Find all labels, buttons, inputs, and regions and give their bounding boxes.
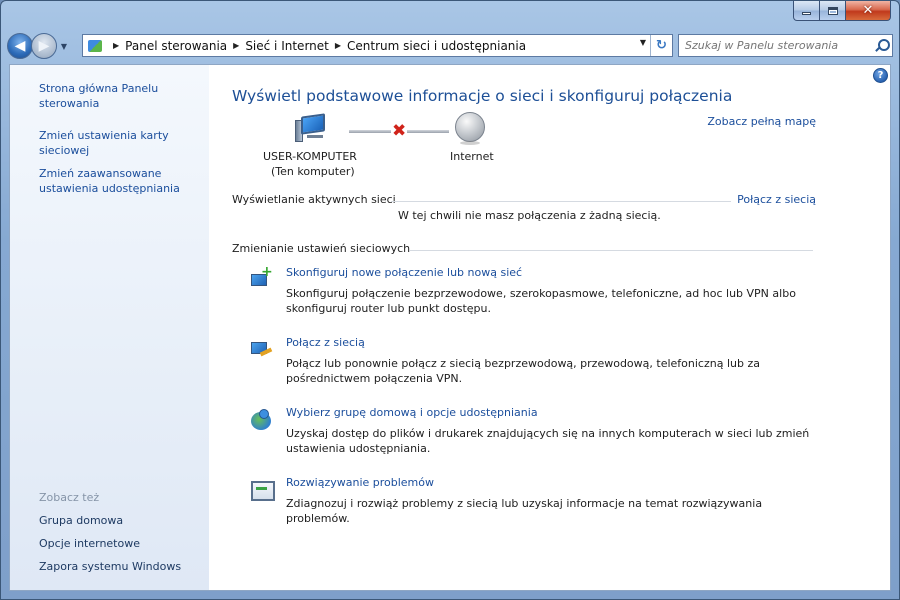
change-settings-title: Zmienianie ustawień sieciowych	[232, 242, 411, 255]
computer-monitor-shape	[301, 113, 325, 135]
maximize-icon	[827, 6, 838, 15]
sidebar: Strona główna Panelu sterowania Zmień us…	[10, 65, 209, 590]
computer-name-label: USER-KOMPUTER	[263, 150, 357, 163]
connect-to-network-link[interactable]: Połącz z siecią	[737, 193, 816, 206]
maximize-button[interactable]	[820, 1, 846, 21]
close-button[interactable]: ✕	[846, 1, 891, 21]
section-divider	[391, 201, 731, 202]
chevron-right-icon[interactable]: ▶	[233, 41, 239, 50]
task-desc-troubleshoot: Zdiagnozuj i rozwiąż problemy z siecią l…	[286, 497, 763, 525]
sidebar-link-advanced-sharing[interactable]: Zmień zaawansowane ustawienia udostępnia…	[39, 166, 199, 196]
connect-network-icon	[249, 338, 275, 362]
search-icon[interactable]	[875, 39, 890, 52]
forward-arrow-icon: ▶	[38, 38, 50, 54]
help-icon[interactable]: ?	[873, 68, 888, 83]
task-link-homegroup[interactable]: Wybierz grupę domową i opcje udostępnian…	[286, 406, 538, 419]
connection-line	[407, 130, 449, 133]
internet-globe-icon	[455, 112, 485, 145]
minimize-button[interactable]	[793, 1, 820, 21]
task-desc-connect-network: Połącz lub ponownie połącz z siecią bezp…	[286, 357, 760, 385]
close-icon: ✕	[862, 3, 874, 18]
task-link-new-connection[interactable]: Skonfiguruj nowe połączenie lub nową sie…	[286, 266, 522, 279]
task-link-connect-network[interactable]: Połącz z siecią	[286, 336, 365, 349]
recent-pages-dropdown[interactable]: ▼	[58, 42, 70, 51]
search-input[interactable]	[685, 39, 865, 52]
sidebar-link-homegroup[interactable]: Grupa domowa	[39, 513, 199, 528]
see-also-title: Zobacz też	[39, 491, 100, 504]
chevron-right-icon[interactable]: ▶	[335, 41, 341, 50]
task-desc-homegroup: Uzyskaj dostęp do plików i drukarek znaj…	[286, 427, 810, 455]
caption-buttons: ✕	[793, 1, 891, 21]
minimize-icon	[802, 12, 811, 15]
navigation-bar: ◀ ▶ ▼ ▶ Panel sterowania ▶ Sieć i Intern…	[7, 31, 893, 61]
main-panel: ? Wyświetl podstawowe informacje o sieci…	[209, 65, 890, 590]
active-networks-title: Wyświetlanie aktywnych sieci	[232, 193, 396, 206]
troubleshoot-icon	[249, 478, 275, 502]
breadcrumb-control-panel[interactable]: Panel sterowania	[125, 39, 227, 53]
connection-line	[349, 130, 391, 133]
disconnected-x-icon: ✖	[392, 121, 407, 141]
task-link-troubleshoot[interactable]: Rozwiązywanie problemów	[286, 476, 434, 489]
sidebar-link-adapter-settings[interactable]: Zmień ustawienia karty sieciowej	[39, 128, 199, 158]
control-panel-icon	[87, 39, 103, 53]
page-title: Wyświetl podstawowe informacje o sieci i…	[232, 87, 733, 105]
computer-icon	[295, 113, 327, 143]
breadcrumb-network-center[interactable]: Centrum sieci i udostępniania	[347, 39, 526, 53]
content-area: Strona główna Panelu sterowania Zmień us…	[9, 64, 891, 591]
sidebar-link-internet-options[interactable]: Opcje internetowe	[39, 536, 199, 551]
address-bar[interactable]: ▶ Panel sterowania ▶ Sieć i Internet ▶ C…	[82, 34, 673, 57]
forward-button[interactable]: ▶	[31, 33, 57, 59]
new-connection-icon	[249, 264, 275, 292]
homegroup-icon	[249, 408, 275, 432]
back-arrow-icon: ◀	[14, 38, 26, 54]
computer-sub-label: (Ten komputer)	[271, 165, 355, 178]
refresh-button[interactable]: ↻	[650, 35, 672, 56]
task-desc-new-connection: Skonfiguruj połączenie bezprzewodowe, sz…	[286, 287, 796, 315]
refresh-icon: ↻	[656, 38, 667, 53]
back-button[interactable]: ◀	[7, 33, 33, 59]
breadcrumb-network-internet[interactable]: Sieć i Internet	[245, 39, 329, 53]
internet-label: Internet	[450, 150, 494, 163]
computer-base-shape	[307, 135, 323, 138]
no-connection-message: W tej chwili nie masz połączenia z żadną…	[398, 209, 661, 222]
search-box[interactable]	[678, 34, 893, 57]
chevron-right-icon[interactable]: ▶	[113, 41, 119, 50]
full-map-link[interactable]: Zobacz pełną mapę	[707, 115, 816, 128]
window: ✕ ◀ ▶ ▼ ▶ Panel sterowania ▶ Sieć i Inte…	[0, 0, 900, 600]
section-divider	[409, 250, 813, 251]
address-dropdown-icon[interactable]: ▼	[640, 38, 646, 47]
sidebar-link-windows-firewall[interactable]: Zapora systemu Windows	[39, 559, 199, 574]
sidebar-link-control-panel-home[interactable]: Strona główna Panelu sterowania	[39, 81, 199, 111]
